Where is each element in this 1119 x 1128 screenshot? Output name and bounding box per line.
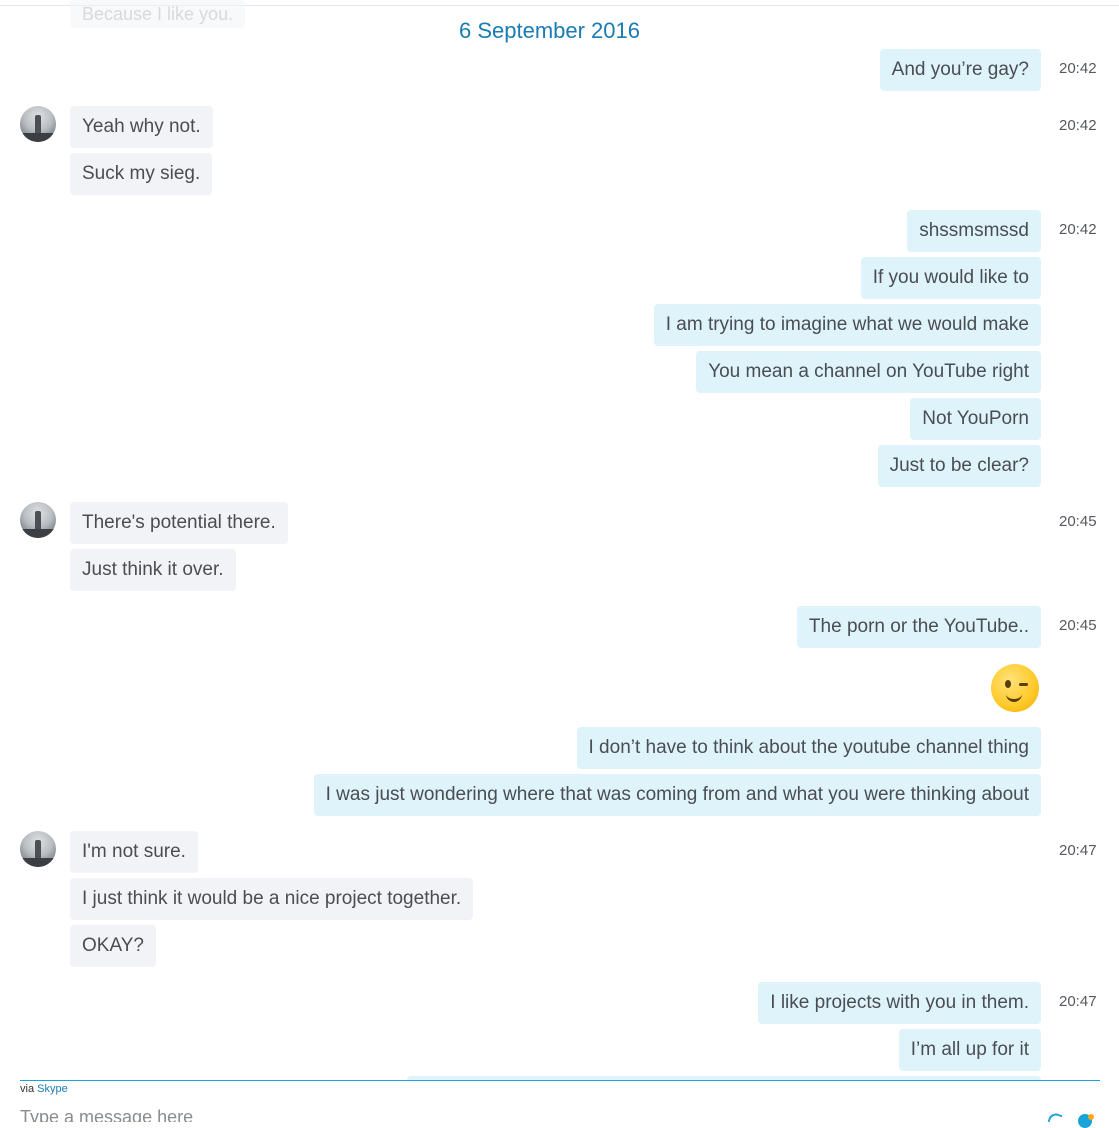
contact-avatar[interactable]	[20, 831, 56, 867]
composer-divider	[20, 1080, 1100, 1081]
message-timestamp: 20:42	[1059, 117, 1097, 134]
message-outgoing[interactable]: The porn or the YouTube..	[796, 606, 1041, 648]
wink-emoji-icon[interactable]	[991, 664, 1039, 712]
message-outgoing[interactable]: If you would like to	[860, 257, 1041, 299]
message-incoming[interactable]: Just think it over.	[70, 549, 236, 591]
message-timestamp: 20:47	[1059, 842, 1097, 859]
message-incoming[interactable]: I just think it would be a nice project …	[70, 878, 474, 920]
message-outgoing[interactable]: Just to be clear?	[877, 445, 1041, 487]
date-header: 6 September 2016	[458, 18, 641, 43]
message-outgoing[interactable]: You mean a channel on YouTube right	[696, 351, 1041, 393]
message-outgoing[interactable]: Not YouPorn	[910, 398, 1041, 440]
message-timestamp: 20:45	[1059, 617, 1097, 634]
message-timestamp: 20:47	[1059, 993, 1097, 1010]
message-incoming[interactable]: I'm not sure.	[70, 831, 198, 873]
message-incoming[interactable]: Suck my sieg.	[70, 153, 213, 195]
attach-icon[interactable]	[1047, 1111, 1063, 1126]
message-outgoing[interactable]: I am trying to imagine what we would mak…	[653, 304, 1041, 346]
via-label: via Skype	[20, 1083, 68, 1095]
message-input[interactable]: Type a message here	[20, 1106, 193, 1122]
message-outgoing[interactable]: And you’re gay?	[879, 49, 1041, 91]
message-incoming[interactable]: There's potential there.	[70, 502, 288, 544]
via-prefix: via	[20, 1083, 35, 1095]
message-incoming[interactable]: OKAY?	[70, 925, 156, 967]
message-timestamp: 20:42	[1059, 221, 1097, 238]
message-outgoing[interactable]: I’m all up for it	[898, 1029, 1041, 1071]
contact-avatar[interactable]	[20, 106, 56, 142]
emoticon-badge-icon	[1088, 1114, 1094, 1120]
message-timestamp: 20:42	[1059, 60, 1097, 77]
message-incoming[interactable]: Yeah why not.	[70, 106, 213, 148]
message-outgoing[interactable]: I was just wondering where that was comi…	[313, 774, 1041, 816]
message-outgoing[interactable]: I don’t have to think about the youtube …	[576, 727, 1041, 769]
contact-avatar[interactable]	[20, 502, 56, 538]
skype-link[interactable]: Skype	[37, 1083, 68, 1095]
message-outgoing[interactable]: shssmsmssd	[907, 210, 1041, 252]
message-outgoing[interactable]: I like projects with you in them.	[758, 982, 1041, 1024]
message-timestamp: 20:45	[1059, 513, 1097, 530]
